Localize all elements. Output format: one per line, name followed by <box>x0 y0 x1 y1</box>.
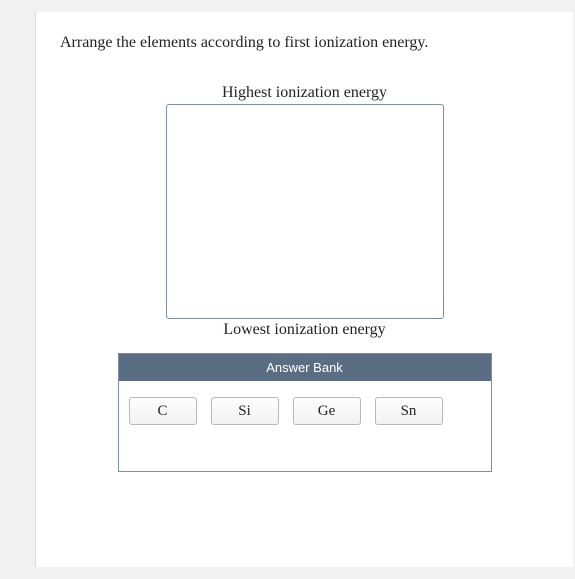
tile-si[interactable]: Si <box>211 397 279 425</box>
tile-c[interactable]: C <box>129 397 197 425</box>
answer-bank-header: Answer Bank <box>119 354 491 381</box>
answer-bank-body[interactable]: C Si Ge Sn <box>119 381 491 471</box>
tile-ge[interactable]: Ge <box>293 397 361 425</box>
question-text: Arrange the elements according to first … <box>60 34 549 52</box>
ranking-drop-zone[interactable] <box>166 104 444 319</box>
question-card: Arrange the elements according to first … <box>35 12 573 567</box>
highest-label: Highest ionization energy <box>222 84 387 102</box>
ranking-area: Highest ionization energy Lowest ionizat… <box>60 84 549 472</box>
tile-sn[interactable]: Sn <box>375 397 443 425</box>
answer-bank: Answer Bank C Si Ge Sn <box>118 353 492 472</box>
lowest-label: Lowest ionization energy <box>223 321 385 339</box>
